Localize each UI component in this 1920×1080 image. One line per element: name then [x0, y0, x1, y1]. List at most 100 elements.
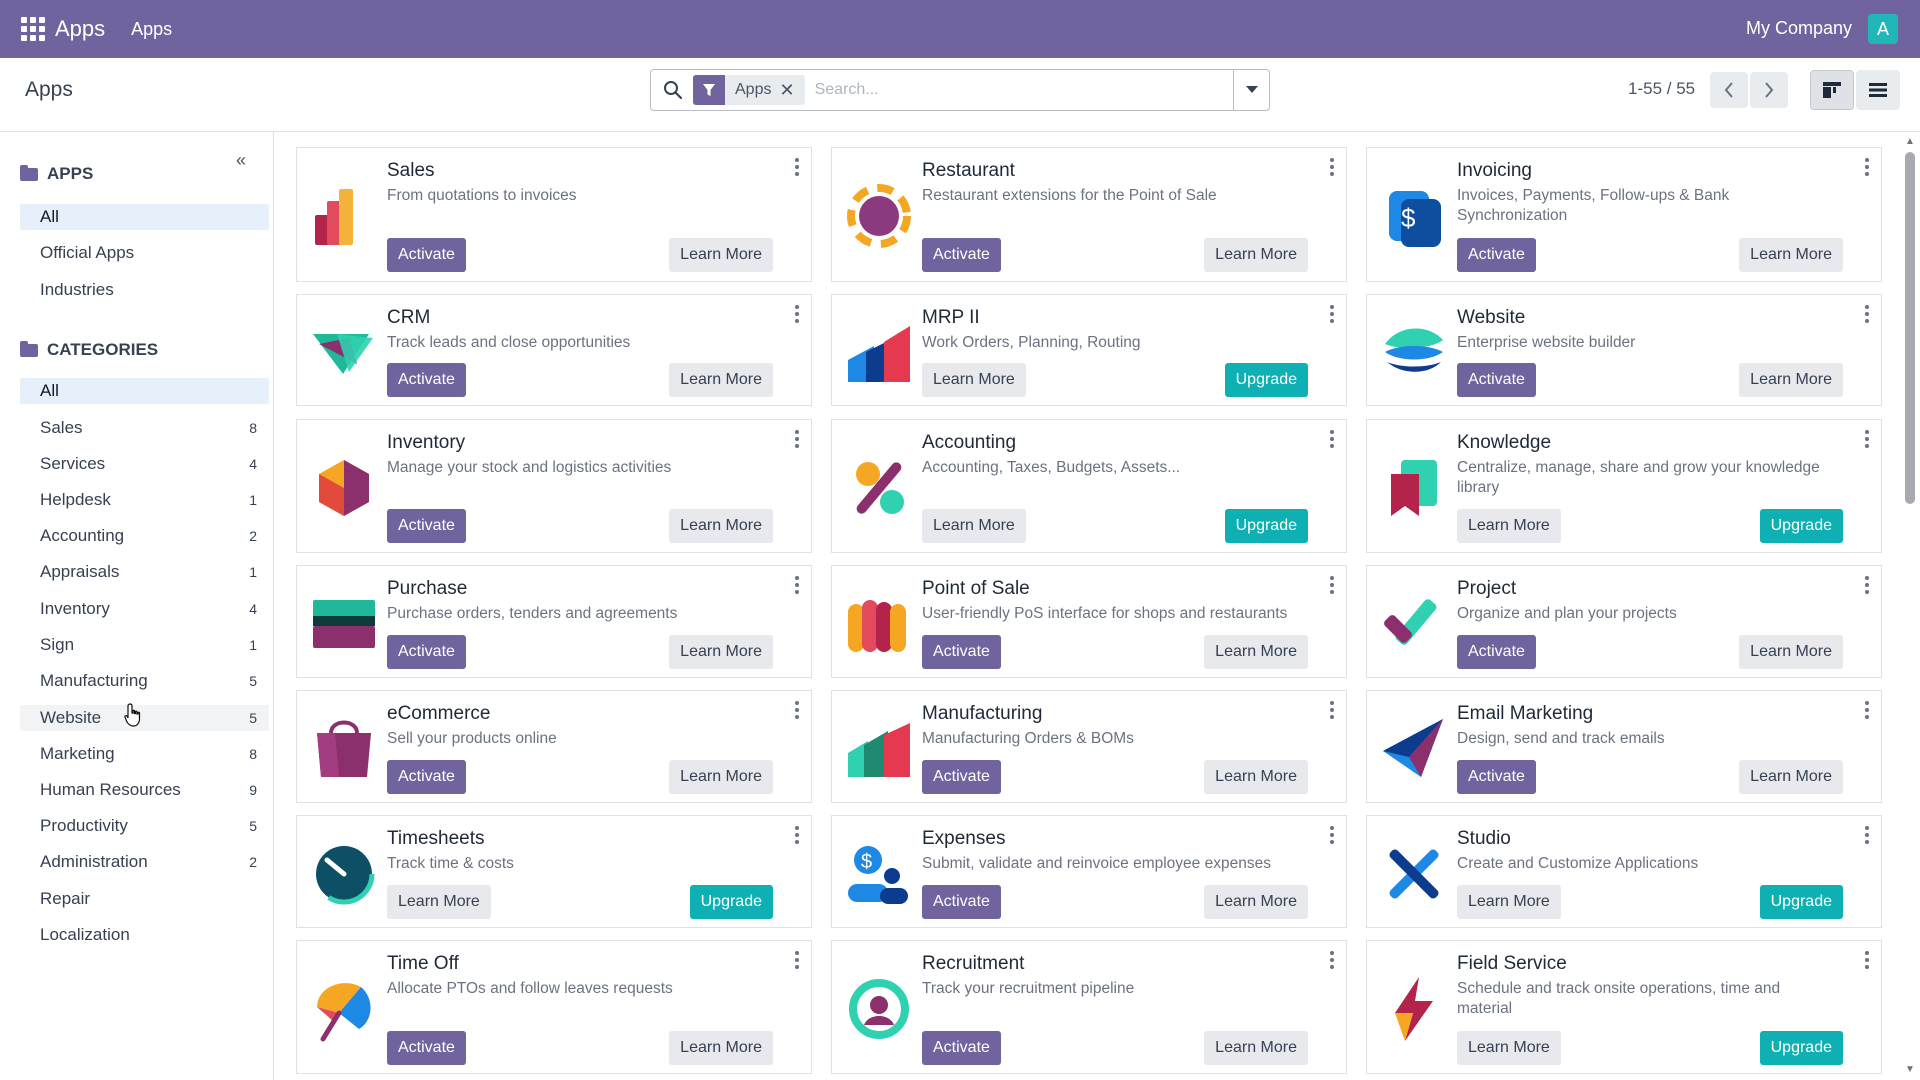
learn-more-button[interactable]: Learn More — [1204, 635, 1308, 669]
upgrade-button[interactable]: Upgrade — [689, 885, 773, 919]
activate-button[interactable]: Activate — [387, 760, 466, 794]
card-menu-icon[interactable] — [1330, 576, 1334, 594]
learn-more-button[interactable]: Learn More — [1739, 363, 1843, 397]
sidebar-category-all[interactable]: All — [20, 378, 269, 404]
activate-button[interactable]: Activate — [922, 238, 1001, 272]
navbar-menu-apps[interactable]: Apps — [131, 19, 172, 40]
learn-more-button[interactable]: Learn More — [669, 635, 773, 669]
upgrade-button[interactable]: Upgrade — [1224, 363, 1308, 397]
navbar-brand[interactable]: Apps — [55, 16, 105, 42]
learn-more-button[interactable]: Learn More — [1204, 885, 1308, 919]
learn-more-button[interactable]: Learn More — [669, 760, 773, 794]
sidebar-category-services[interactable]: Services 4 — [20, 451, 269, 477]
learn-more-button[interactable]: Learn More — [1457, 1031, 1561, 1065]
card-menu-icon[interactable] — [795, 576, 799, 594]
learn-more-button[interactable]: Learn More — [387, 885, 491, 919]
learn-more-button[interactable]: Learn More — [669, 509, 773, 543]
scroll-down-icon[interactable]: ▼ — [1904, 1064, 1916, 1076]
pager-value[interactable]: 1-55 / 55 — [1628, 79, 1695, 99]
search-icon[interactable] — [663, 80, 683, 100]
app-card-timesheets[interactable]: Timesheets Track time & costs Learn More Up… — [296, 815, 812, 928]
activate-button[interactable]: Activate — [922, 885, 1001, 919]
sidebar-category-productivity[interactable]: Productivity 5 — [20, 813, 269, 839]
learn-more-button[interactable]: Learn More — [1739, 760, 1843, 794]
card-menu-icon[interactable] — [795, 158, 799, 176]
sidebar-category-inventory[interactable]: Inventory 4 — [20, 596, 269, 622]
app-card-mrp-ii[interactable]: MRP II Work Orders, Planning, Routing Lear… — [831, 294, 1347, 406]
app-card-expenses[interactable]: $ Expenses Submit, validate and reinvoice … — [831, 815, 1347, 928]
sidebar-category-manufacturing[interactable]: Manufacturing 5 — [20, 668, 269, 694]
learn-more-button[interactable]: Learn More — [1457, 509, 1561, 543]
learn-more-button[interactable]: Learn More — [669, 238, 773, 272]
card-menu-icon[interactable] — [1330, 701, 1334, 719]
app-card-sales[interactable]: Sales From quotations to invoices Activate… — [296, 147, 812, 282]
activate-button[interactable]: Activate — [387, 635, 466, 669]
learn-more-button[interactable]: Learn More — [1739, 238, 1843, 272]
card-menu-icon[interactable] — [795, 826, 799, 844]
upgrade-button[interactable]: Upgrade — [1759, 509, 1843, 543]
card-menu-icon[interactable] — [1330, 305, 1334, 323]
sidebar-category-website[interactable]: Website 5 — [20, 705, 269, 731]
user-avatar[interactable]: A — [1868, 14, 1898, 44]
facet-remove-icon[interactable]: ✕ — [779, 80, 804, 101]
app-menu-grid-icon[interactable] — [21, 17, 45, 41]
card-menu-icon[interactable] — [1330, 826, 1334, 844]
activate-button[interactable]: Activate — [387, 238, 466, 272]
app-card-studio[interactable]: Studio Create and Customize Applications L… — [1366, 815, 1882, 928]
learn-more-button[interactable]: Learn More — [922, 509, 1026, 543]
app-card-crm[interactable]: CRM Track leads and close opportunities Ac… — [296, 294, 812, 406]
activate-button[interactable]: Activate — [387, 509, 466, 543]
upgrade-button[interactable]: Upgrade — [1224, 509, 1308, 543]
card-menu-icon[interactable] — [1865, 701, 1869, 719]
activate-button[interactable]: Activate — [922, 760, 1001, 794]
sidebar-category-sales[interactable]: Sales 8 — [20, 415, 269, 441]
app-card-inventory[interactable]: Inventory Manage your stock and logistics… — [296, 419, 812, 553]
learn-more-button[interactable]: Learn More — [1204, 238, 1308, 272]
card-menu-icon[interactable] — [795, 430, 799, 448]
search-options-toggle[interactable] — [1233, 70, 1269, 110]
card-menu-icon[interactable] — [795, 701, 799, 719]
sidebar-category-administration[interactable]: Administration 2 — [20, 849, 269, 875]
sidebar-item-all-apps[interactable]: All — [20, 204, 269, 230]
sidebar-category-human-resources[interactable]: Human Resources 9 — [20, 777, 269, 803]
list-view-button[interactable] — [1856, 70, 1900, 110]
upgrade-button[interactable]: Upgrade — [1759, 1031, 1843, 1065]
card-menu-icon[interactable] — [1330, 951, 1334, 969]
card-menu-icon[interactable] — [1865, 576, 1869, 594]
learn-more-button[interactable]: Learn More — [1204, 1031, 1308, 1065]
app-card-project[interactable]: Project Organize and plan your projects Ac… — [1366, 565, 1882, 678]
kanban-view-button[interactable] — [1810, 70, 1854, 110]
scroll-up-icon[interactable]: ▲ — [1904, 136, 1916, 148]
sidebar-category-helpdesk[interactable]: Helpdesk 1 — [20, 487, 269, 513]
activate-button[interactable]: Activate — [922, 1031, 1001, 1065]
sidebar-category-localization[interactable]: Localization — [20, 922, 269, 948]
pager-next-button[interactable] — [1750, 72, 1788, 108]
card-menu-icon[interactable] — [1865, 305, 1869, 323]
card-menu-icon[interactable] — [1330, 158, 1334, 176]
learn-more-button[interactable]: Learn More — [922, 363, 1026, 397]
app-card-email-marketing[interactable]: Email Marketing Design, send and track em… — [1366, 690, 1882, 803]
activate-button[interactable]: Activate — [922, 635, 1001, 669]
sidebar-item-official-apps[interactable]: Official Apps — [20, 240, 269, 266]
sidebar-category-marketing[interactable]: Marketing 8 — [20, 741, 269, 767]
learn-more-button[interactable]: Learn More — [669, 1031, 773, 1065]
activate-button[interactable]: Activate — [1457, 760, 1536, 794]
app-card-website[interactable]: Website Enterprise website builder Activat… — [1366, 294, 1882, 406]
upgrade-button[interactable]: Upgrade — [1759, 885, 1843, 919]
app-card-recruitment[interactable]: Recruitment Track your recruitment pipeli… — [831, 940, 1347, 1074]
app-card-knowledge[interactable]: Knowledge Centralize, manage, share and g… — [1366, 419, 1882, 553]
activate-button[interactable]: Activate — [387, 363, 466, 397]
search-input[interactable] — [814, 81, 1233, 99]
sidebar-category-appraisals[interactable]: Appraisals 1 — [20, 559, 269, 585]
card-menu-icon[interactable] — [795, 951, 799, 969]
learn-more-button[interactable]: Learn More — [1204, 760, 1308, 794]
activate-button[interactable]: Activate — [1457, 238, 1536, 272]
company-switcher[interactable]: My Company — [1746, 18, 1852, 39]
card-menu-icon[interactable] — [1865, 158, 1869, 176]
card-menu-icon[interactable] — [1865, 430, 1869, 448]
sidebar-item-industries[interactable]: Industries — [20, 277, 269, 303]
collapse-sidebar-icon[interactable]: « — [236, 150, 246, 171]
app-card-accounting[interactable]: Accounting Accounting, Taxes, Budgets, As… — [831, 419, 1347, 553]
learn-more-button[interactable]: Learn More — [1739, 635, 1843, 669]
app-card-point-of-sale[interactable]: Point of Sale User-friendly PoS interface… — [831, 565, 1347, 678]
